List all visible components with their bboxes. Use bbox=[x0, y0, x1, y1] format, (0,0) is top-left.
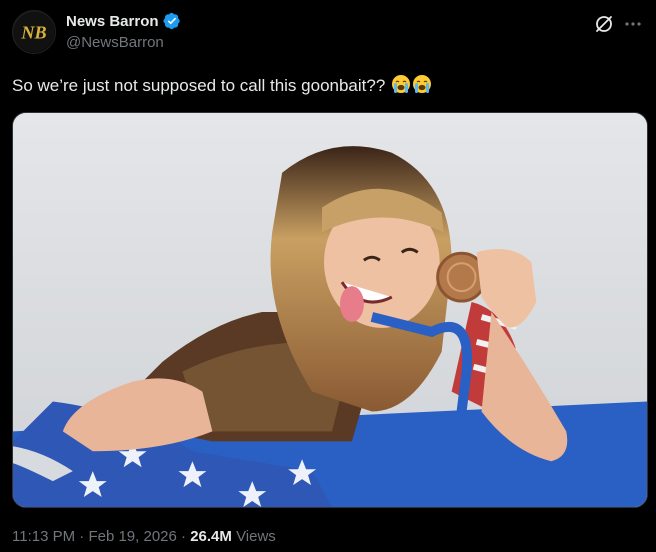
author-block: News Barron @NewsBarron bbox=[66, 12, 181, 51]
post-time[interactable]: 11:13 PM bbox=[12, 528, 75, 545]
views-count[interactable]: 26.4M bbox=[190, 528, 232, 545]
loudly-crying-face-icon bbox=[392, 75, 411, 93]
tweet-text-content: So we’re just not supposed to call this … bbox=[12, 76, 386, 95]
loudly-crying-face-icon bbox=[413, 75, 432, 93]
avatar-initials: NB bbox=[20, 23, 46, 43]
media-photo[interactable] bbox=[12, 112, 648, 508]
avatar-logo: NB bbox=[13, 11, 55, 53]
grok-icon[interactable] bbox=[594, 14, 614, 34]
tweet-meta: 11:13 PM · Feb 19, 2026 · 26.4M Views bbox=[12, 528, 276, 545]
tweet-text: So we’re just not supposed to call this … bbox=[12, 74, 644, 97]
handle[interactable]: @NewsBarron bbox=[66, 34, 181, 51]
meta-separator-2: · bbox=[181, 528, 187, 545]
display-name[interactable]: News Barron bbox=[66, 13, 159, 30]
photo-illustration bbox=[13, 113, 647, 507]
tweet: NB News Barron @NewsBarron So we’re just… bbox=[0, 0, 656, 552]
post-date[interactable]: Feb 19, 2026 bbox=[88, 528, 176, 545]
verified-badge-icon bbox=[163, 12, 181, 30]
name-row: News Barron bbox=[66, 12, 181, 30]
views-label: Views bbox=[236, 528, 276, 545]
meta-separator: · bbox=[79, 528, 85, 545]
avatar[interactable]: NB bbox=[12, 10, 56, 54]
more-icon[interactable] bbox=[624, 15, 642, 33]
top-actions bbox=[594, 14, 642, 34]
